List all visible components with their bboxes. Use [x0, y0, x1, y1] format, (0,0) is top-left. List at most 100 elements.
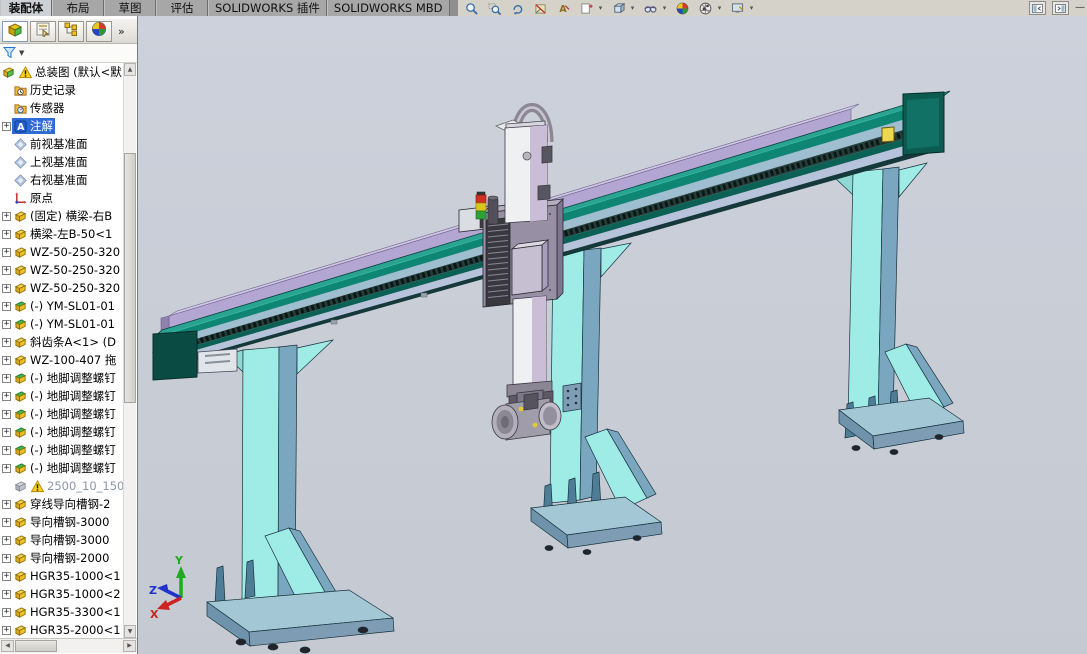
expand-toggle-icon[interactable]: +	[1, 625, 12, 636]
apply-scene-icon-dropdown[interactable]: ▾	[715, 1, 724, 15]
expand-toggle-icon[interactable]: +	[1, 301, 12, 312]
expand-toggle-icon[interactable]: +	[1, 409, 12, 420]
tree-item[interactable]: + WZ-50-250-320	[0, 279, 124, 297]
view-settings-icon-dropdown[interactable]: ▾	[747, 1, 756, 15]
expand-toggle-icon[interactable]: +	[1, 265, 12, 276]
tree-item[interactable]: + 导向槽钢-3000	[0, 531, 124, 549]
panel-tabs-overflow-button[interactable]: »	[118, 25, 125, 38]
tree-item[interactable]: 总装图 (默认<默	[0, 63, 124, 81]
tree-item[interactable]: + HGR35-3300<1	[0, 603, 124, 621]
horizontal-scroll-thumb[interactable]	[15, 640, 57, 652]
expand-toggle-icon[interactable]: +	[1, 571, 12, 582]
tree-item[interactable]: 2500_10_150	[0, 477, 124, 495]
tree-item[interactable]: + (-) YM-SL01-01	[0, 315, 124, 333]
tree-item[interactable]: + WZ-100-407 拖	[0, 351, 124, 369]
edit-appearance-icon[interactable]	[672, 1, 692, 15]
expand-toggle-icon[interactable]: +	[1, 211, 12, 222]
zoom-to-fit-icon[interactable]	[461, 1, 481, 15]
section-view-icon[interactable]	[530, 1, 550, 15]
tree-item[interactable]: 原点	[0, 189, 124, 207]
scroll-left-arrow[interactable]: ◀	[1, 640, 14, 652]
tree-item[interactable]: + HGR35-1000<1	[0, 567, 124, 585]
tree-item[interactable]: + (固定) 横梁-右B	[0, 207, 124, 225]
collapse-pane-left-button[interactable]	[1029, 1, 1046, 15]
expand-toggle-icon[interactable]: +	[1, 283, 12, 294]
ribbon-tab-6[interactable]: SOLIDWORKS MBD	[326, 0, 450, 16]
tree-item[interactable]: 传感器	[0, 99, 124, 117]
tree-item[interactable]: + 穿线导向槽钢-2	[0, 495, 124, 513]
tree-item[interactable]: + 横梁-左B-50<1	[0, 225, 124, 243]
view-orientation-icon[interactable]	[608, 1, 628, 15]
tree-item[interactable]: + WZ-50-250-320	[0, 243, 124, 261]
vertical-scroll-thumb[interactable]	[124, 153, 136, 403]
ribbon-tab-1[interactable]: 装配体	[0, 0, 52, 16]
displaymanager-tab[interactable]	[86, 20, 112, 42]
expand-toggle-icon[interactable]: +	[1, 607, 12, 618]
zoom-to-area-icon[interactable]	[484, 1, 504, 15]
expand-toggle-icon[interactable]: +	[1, 499, 12, 510]
tree-item[interactable]: + HGR35-2000<1	[0, 621, 124, 638]
new-view-icon[interactable]	[576, 1, 596, 15]
tree-item[interactable]: + HGR35-1000<2	[0, 585, 124, 603]
tree-item-body: (-) 地脚调整螺钉	[12, 388, 118, 404]
expand-toggle-icon[interactable]: +	[1, 553, 12, 564]
view-settings-icon[interactable]	[727, 1, 747, 15]
expand-toggle-icon[interactable]: +	[1, 337, 12, 348]
expand-toggle-icon[interactable]: +	[1, 319, 12, 330]
tree-item[interactable]: + (-) 地脚调整螺钉	[0, 459, 124, 477]
ribbon-tab-5[interactable]: SOLIDWORKS 插件	[208, 0, 327, 16]
annotation-view-icon[interactable]: A	[553, 1, 573, 15]
view-orientation-icon-dropdown[interactable]: ▾	[628, 1, 637, 15]
minimize-button[interactable]: —	[1075, 2, 1085, 14]
ribbon-tab-4[interactable]: 评估	[156, 0, 208, 16]
filter-chevron-down-icon[interactable]: ▼	[19, 49, 24, 57]
expand-toggle-icon[interactable]: +	[1, 391, 12, 402]
featuremanager-tab[interactable]	[2, 20, 28, 42]
tree-item[interactable]: + (-) 地脚调整螺钉	[0, 441, 124, 459]
tree-item[interactable]: + (-) 地脚调整螺钉	[0, 387, 124, 405]
expand-toggle-icon[interactable]: +	[1, 517, 12, 528]
scroll-down-arrow[interactable]: ▼	[124, 625, 136, 638]
panel-tab-strip: »	[0, 19, 137, 44]
rotate-view-icon[interactable]	[507, 1, 527, 15]
tree-item[interactable]: + (-) 地脚调整螺钉	[0, 405, 124, 423]
expand-toggle-icon[interactable]: +	[1, 445, 12, 456]
expand-toggle-icon[interactable]: +	[1, 229, 12, 240]
tree-item[interactable]: + 导向槽钢-2000	[0, 549, 124, 567]
scroll-up-arrow[interactable]: ▲	[124, 63, 136, 76]
tree-vertical-scrollbar[interactable]: ▲ ▼	[123, 63, 136, 638]
tree-horizontal-scrollbar[interactable]: ◀ ▶	[0, 638, 137, 653]
collapse-pane-right-button[interactable]	[1052, 1, 1069, 15]
tree-item[interactable]: + WZ-50-250-320	[0, 261, 124, 279]
expand-toggle-icon[interactable]: +	[1, 121, 12, 132]
tree-item[interactable]: 上视基准面	[0, 153, 124, 171]
hide-show-items-icon-dropdown[interactable]: ▾	[660, 1, 669, 15]
tree-item[interactable]: + (-) 地脚调整螺钉	[0, 369, 124, 387]
viewport-3d[interactable]: Y Z X	[138, 16, 1087, 654]
tree-item[interactable]: 右视基准面	[0, 171, 124, 189]
tree-item[interactable]: + (-) YM-SL01-01	[0, 297, 124, 315]
ribbon-tab-3[interactable]: 草图	[104, 0, 156, 16]
expand-toggle-icon[interactable]: +	[1, 355, 12, 366]
tree-item[interactable]: + 斜齿条A<1> (D	[0, 333, 124, 351]
expand-toggle-icon[interactable]: +	[1, 463, 12, 474]
new-view-icon-dropdown[interactable]: ▾	[596, 1, 605, 15]
expand-toggle-icon[interactable]: +	[1, 427, 12, 438]
ribbon-tab-2[interactable]: 布局	[52, 0, 104, 16]
expand-toggle-icon[interactable]: +	[1, 589, 12, 600]
apply-scene-icon[interactable]	[695, 1, 715, 15]
propertymanager-tab[interactable]	[30, 20, 56, 42]
expand-toggle-icon[interactable]: +	[1, 373, 12, 384]
tree-item[interactable]: 历史记录	[0, 81, 124, 99]
funnel-icon[interactable]	[2, 44, 17, 63]
configurationmanager-tab[interactable]	[58, 20, 84, 42]
tree-item-body: WZ-50-250-320	[12, 281, 122, 295]
tree-item[interactable]: 前视基准面	[0, 135, 124, 153]
expand-toggle-icon[interactable]: +	[1, 535, 12, 546]
expand-toggle-icon[interactable]: +	[1, 247, 12, 258]
hide-show-items-icon[interactable]	[640, 1, 660, 15]
scroll-right-arrow[interactable]: ▶	[123, 640, 136, 652]
tree-item[interactable]: + (-) 地脚调整螺钉	[0, 423, 124, 441]
tree-item[interactable]: + 导向槽钢-3000	[0, 513, 124, 531]
tree-item[interactable]: + A 注解	[0, 117, 124, 135]
